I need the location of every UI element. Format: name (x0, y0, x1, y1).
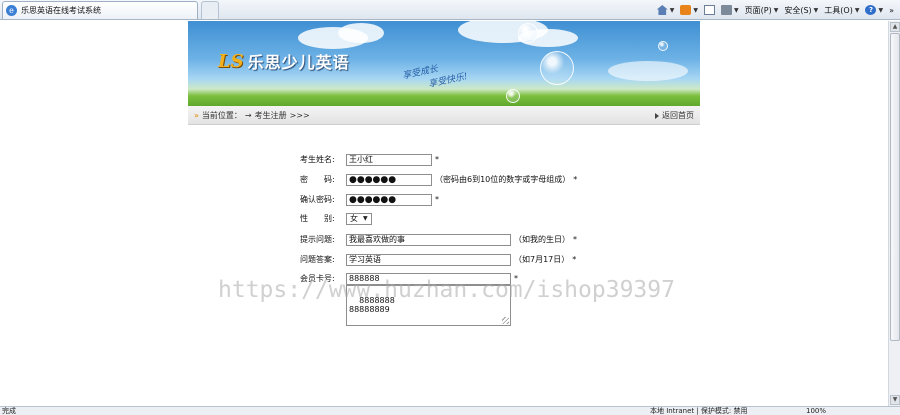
answer-input[interactable]: 学习英语 (346, 253, 511, 266)
form-row-answer: 问题答案: 学习英语 （如7月17日） * (300, 253, 576, 266)
bubble (506, 89, 520, 103)
name-label: 考生姓名: (300, 155, 335, 164)
answer-label: 问题答案: (300, 255, 335, 264)
required-mark: * (435, 195, 439, 204)
back-home-label: 返回首页 (662, 111, 694, 120)
help-button[interactable]: ? ▼ (865, 5, 883, 15)
confirm-label: 确认密码: (300, 195, 335, 204)
status-text: 完成 (2, 407, 16, 415)
play-icon (655, 112, 659, 119)
card-label: 会员卡号: (300, 274, 335, 283)
card-number-textarea[interactable]: 8888888 88888889 (346, 285, 511, 326)
tab-title: 乐思英语在线考试系统 (21, 6, 101, 15)
logo-text: 乐思少儿英语 (247, 53, 350, 72)
gender-value: 女 (350, 214, 358, 223)
chevron-down-icon: ▼ (854, 6, 860, 14)
required-mark: * (572, 255, 577, 264)
ie-icon: e (6, 5, 17, 16)
required-mark: * (573, 235, 577, 244)
site-logo: LS 乐思少儿英语 (218, 49, 350, 73)
scroll-up-icon[interactable]: ▲ (890, 22, 900, 32)
page-viewport: LS 乐思少儿英语 享受成长 享受快乐! » 当前位置： → 考生注册 >>> … (0, 21, 888, 406)
tools-menu-label: 工具(O) (824, 5, 853, 15)
form-row-question: 提示问题: 我最喜欢做的事 （如我的生日） * (300, 233, 577, 246)
chevron-down-icon: ▼ (363, 215, 368, 222)
breadcrumb-suffix: >>> (289, 110, 310, 120)
chevron-down-icon: ▼ (734, 6, 739, 14)
overflow-button[interactable]: » (889, 6, 894, 15)
required-mark: * (514, 274, 518, 283)
bubble (658, 41, 668, 51)
bubble (540, 51, 574, 85)
vertical-scrollbar[interactable]: ▲ ▼ (888, 21, 900, 406)
card-list-text: 8888888 88888889 (349, 296, 395, 314)
feeds-button[interactable]: ▼ (680, 5, 698, 15)
resize-grip-icon[interactable] (502, 317, 509, 324)
chevron-down-icon: ▼ (773, 6, 779, 14)
required-mark: * (435, 155, 439, 164)
chevron-down-icon: ▼ (878, 6, 884, 14)
site-banner: LS 乐思少儿英语 享受成长 享受快乐! (188, 21, 700, 106)
breadcrumb-prefix: 当前位置： (201, 110, 242, 120)
back-home-link[interactable]: 返回首页 (655, 106, 694, 125)
zoom-level[interactable]: 100% (806, 407, 826, 415)
question-input[interactable]: 我最喜欢做的事 (346, 233, 511, 246)
safety-menu[interactable]: 安全(S) ▼ (784, 5, 818, 16)
scroll-down-icon[interactable]: ▼ (890, 395, 900, 405)
breadcrumb: » 当前位置： → 考生注册 >>> 返回首页 (188, 106, 700, 125)
chevron-down-icon: ▼ (813, 6, 819, 14)
mail-button[interactable] (704, 5, 716, 15)
status-bar: 完成 本地 Intranet | 保护模式: 禁用 100% (0, 406, 900, 415)
form-row-gender: 性 别: 女 ▼ (300, 212, 372, 225)
answer-hint: （如7月17日） (514, 255, 570, 264)
print-icon (721, 5, 733, 15)
rss-icon (680, 5, 692, 15)
cloud (608, 61, 688, 81)
password-hint: （密码由6到10位的数字或字母组成） (435, 175, 571, 184)
arrow-right-icon: → (244, 110, 252, 120)
home-button[interactable]: ▼ (656, 5, 675, 15)
chevron-down-icon: ▼ (669, 6, 675, 14)
browser-toolbar: e 乐思英语在线考试系统 ▼ ▼ ▼ 页面(P) ▼ 安全(S) ▼ 工具(O) ▼ … (0, 0, 900, 20)
form-row-password: 密 码: ●●●●●● （密码由6到10位的数字或字母组成） * (300, 173, 577, 186)
page-menu-label: 页面(P) (744, 5, 772, 15)
command-bar: ▼ ▼ ▼ 页面(P) ▼ 安全(S) ▼ 工具(O) ▼ ? ▼ » (656, 0, 894, 20)
help-icon: ? (865, 5, 877, 15)
security-zone[interactable]: 本地 Intranet | 保护模式: 禁用 (650, 407, 748, 415)
form-row-card: 会员卡号: 888888 * (300, 272, 518, 285)
home-icon (656, 5, 668, 15)
question-hint: （如我的生日） (514, 235, 570, 244)
browser-tab[interactable]: e 乐思英语在线考试系统 (2, 1, 198, 19)
required-mark: * (573, 175, 578, 184)
question-label: 提示问题: (300, 235, 335, 244)
double-arrow-icon: » (194, 110, 199, 120)
gender-select[interactable]: 女 ▼ (346, 212, 372, 225)
form-row-confirm: 确认密码: ●●●●●● * (300, 193, 439, 206)
confirm-password-input[interactable]: ●●●●●● (346, 193, 432, 206)
new-tab-button[interactable] (201, 1, 219, 19)
print-button[interactable]: ▼ (721, 5, 739, 15)
form-row-name: 考生姓名: 王小红 * (300, 153, 439, 166)
password-label: 密 码: (300, 175, 335, 184)
chevron-down-icon: ▼ (693, 6, 699, 14)
gender-label: 性 别: (300, 214, 335, 223)
password-input[interactable]: ●●●●●● (346, 173, 432, 186)
card-input[interactable]: 888888 (346, 272, 511, 285)
logo-mark: LS (218, 50, 244, 72)
bubble (518, 23, 538, 43)
mail-icon (704, 5, 716, 15)
safety-menu-label: 安全(S) (784, 5, 812, 15)
page-menu[interactable]: 页面(P) ▼ (745, 5, 779, 16)
breadcrumb-current: 考生注册 (254, 110, 287, 120)
name-input[interactable]: 王小红 (346, 153, 432, 166)
scrollbar-thumb[interactable] (890, 33, 900, 341)
tools-menu[interactable]: 工具(O) ▼ (824, 5, 859, 16)
cloud (338, 23, 384, 43)
